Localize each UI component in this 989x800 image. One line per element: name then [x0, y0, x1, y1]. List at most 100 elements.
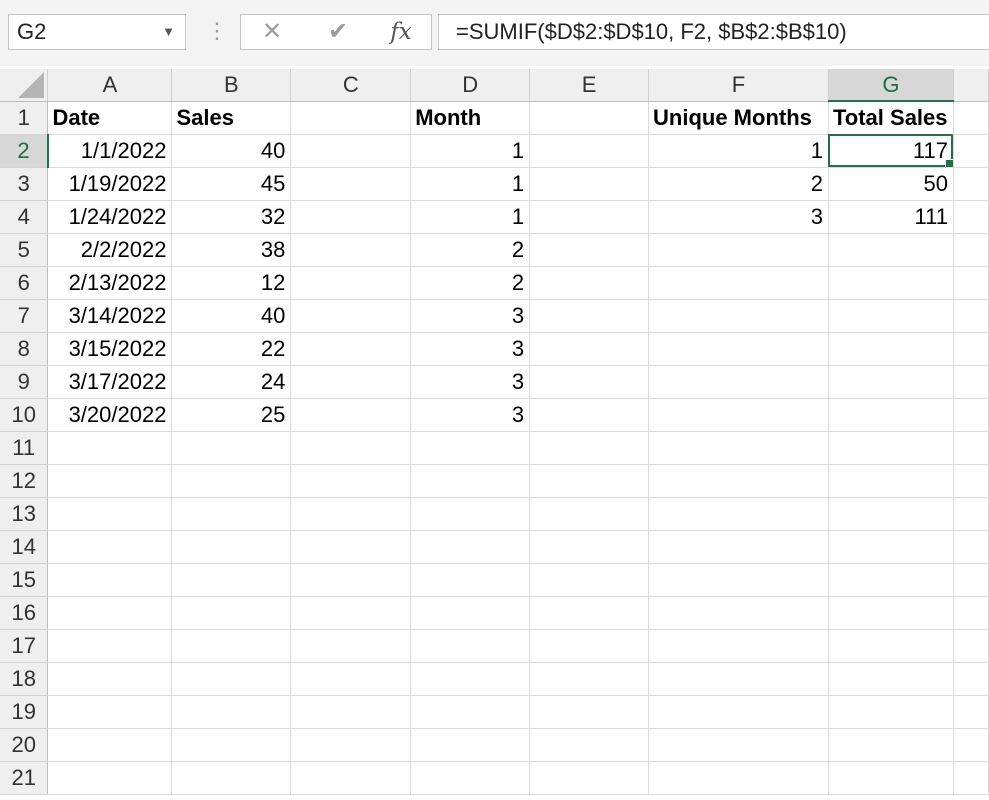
cell-d4[interactable]: 1: [410, 200, 531, 234]
cell-c8[interactable]: [290, 332, 412, 366]
cell-f2[interactable]: 1: [648, 134, 829, 168]
cell-a2[interactable]: 1/1/2022: [47, 134, 173, 168]
cell-a12[interactable]: [47, 464, 173, 498]
cell-e19[interactable]: [529, 695, 650, 729]
cell-c15[interactable]: [290, 563, 412, 597]
cell-c9[interactable]: [290, 365, 412, 399]
cell-e14[interactable]: [529, 530, 650, 564]
cell-f14[interactable]: [648, 530, 829, 564]
cell-overflow[interactable]: [953, 200, 989, 234]
cell-e7[interactable]: [529, 299, 650, 333]
row-header-9[interactable]: 9: [0, 365, 49, 399]
cell-b10[interactable]: 25: [171, 398, 292, 432]
row-header-17[interactable]: 17: [0, 629, 49, 663]
cell-c3[interactable]: [290, 167, 412, 201]
cell-a20[interactable]: [47, 728, 173, 762]
cell-b5[interactable]: 38: [171, 233, 292, 267]
cell-f4[interactable]: 3: [648, 200, 829, 234]
cell-d20[interactable]: [410, 728, 531, 762]
cell-a9[interactable]: 3/17/2022: [47, 365, 173, 399]
cell-c13[interactable]: [290, 497, 412, 531]
cell-c6[interactable]: [290, 266, 412, 300]
cell-g6[interactable]: [828, 266, 954, 300]
cell-f9[interactable]: [648, 365, 829, 399]
cell-a16[interactable]: [47, 596, 173, 630]
cell-d17[interactable]: [410, 629, 531, 663]
cell-a10[interactable]: 3/20/2022: [47, 398, 173, 432]
cell-a5[interactable]: 2/2/2022: [47, 233, 173, 267]
cell-d10[interactable]: 3: [410, 398, 531, 432]
cell-f5[interactable]: [648, 233, 829, 267]
cell-b13[interactable]: [171, 497, 292, 531]
cell-overflow[interactable]: [953, 497, 989, 531]
cell-b8[interactable]: 22: [171, 332, 292, 366]
row-header-7[interactable]: 7: [0, 299, 49, 333]
cell-b15[interactable]: [171, 563, 292, 597]
row-header-16[interactable]: 16: [0, 596, 49, 630]
cell-overflow[interactable]: [953, 233, 989, 267]
cell-g1[interactable]: Total Sales: [828, 101, 954, 135]
cell-b18[interactable]: [171, 662, 292, 696]
cell-b6[interactable]: 12: [171, 266, 292, 300]
cell-a14[interactable]: [47, 530, 173, 564]
cell-overflow[interactable]: [953, 530, 989, 564]
drag-handle-icon[interactable]: ⋮: [206, 14, 228, 50]
row-header-20[interactable]: 20: [0, 728, 49, 762]
column-header-g[interactable]: G: [828, 69, 954, 102]
cell-a6[interactable]: 2/13/2022: [47, 266, 173, 300]
row-header-3[interactable]: 3: [0, 167, 49, 201]
cell-g3[interactable]: 50: [828, 167, 954, 201]
cell-f7[interactable]: [648, 299, 829, 333]
column-header-b[interactable]: B: [171, 69, 292, 102]
cell-c18[interactable]: [290, 662, 412, 696]
cell-e17[interactable]: [529, 629, 650, 663]
cell-f10[interactable]: [648, 398, 829, 432]
cell-e6[interactable]: [529, 266, 650, 300]
cell-c11[interactable]: [290, 431, 412, 465]
cell-overflow[interactable]: [953, 398, 989, 432]
row-header-18[interactable]: 18: [0, 662, 49, 696]
cell-overflow[interactable]: [953, 662, 989, 696]
cell-a21[interactable]: [47, 761, 173, 795]
cell-b9[interactable]: 24: [171, 365, 292, 399]
cell-f3[interactable]: 2: [648, 167, 829, 201]
cell-d6[interactable]: 2: [410, 266, 531, 300]
cell-d5[interactable]: 2: [410, 233, 531, 267]
cell-c17[interactable]: [290, 629, 412, 663]
cell-f21[interactable]: [648, 761, 829, 795]
cell-c4[interactable]: [290, 200, 412, 234]
cell-g10[interactable]: [828, 398, 954, 432]
cell-b17[interactable]: [171, 629, 292, 663]
cell-b21[interactable]: [171, 761, 292, 795]
cell-overflow[interactable]: [953, 464, 989, 498]
row-header-1[interactable]: 1: [0, 101, 49, 135]
row-header-11[interactable]: 11: [0, 431, 49, 465]
cell-overflow[interactable]: [953, 365, 989, 399]
row-header-14[interactable]: 14: [0, 530, 49, 564]
cell-c5[interactable]: [290, 233, 412, 267]
cell-g18[interactable]: [828, 662, 954, 696]
cell-e10[interactable]: [529, 398, 650, 432]
cell-f16[interactable]: [648, 596, 829, 630]
formula-input[interactable]: =SUMIF($D$2:$D$10, F2, $B$2:$B$10): [438, 14, 989, 50]
cell-b20[interactable]: [171, 728, 292, 762]
cell-overflow[interactable]: [953, 134, 989, 168]
cell-e9[interactable]: [529, 365, 650, 399]
cell-d14[interactable]: [410, 530, 531, 564]
cell-c14[interactable]: [290, 530, 412, 564]
fill-handle[interactable]: [944, 158, 953, 166]
cell-g15[interactable]: [828, 563, 954, 597]
cell-g7[interactable]: [828, 299, 954, 333]
cell-e13[interactable]: [529, 497, 650, 531]
cell-d9[interactable]: 3: [410, 365, 531, 399]
cell-b1[interactable]: Sales: [171, 101, 292, 135]
cell-a19[interactable]: [47, 695, 173, 729]
cell-c1[interactable]: [290, 101, 412, 135]
cell-a1[interactable]: Date: [47, 101, 173, 135]
cell-a4[interactable]: 1/24/2022: [47, 200, 173, 234]
cell-e4[interactable]: [529, 200, 650, 234]
cell-f8[interactable]: [648, 332, 829, 366]
cell-g19[interactable]: [828, 695, 954, 729]
insert-function-button[interactable]: fx: [381, 15, 421, 49]
cell-overflow[interactable]: [953, 695, 989, 729]
